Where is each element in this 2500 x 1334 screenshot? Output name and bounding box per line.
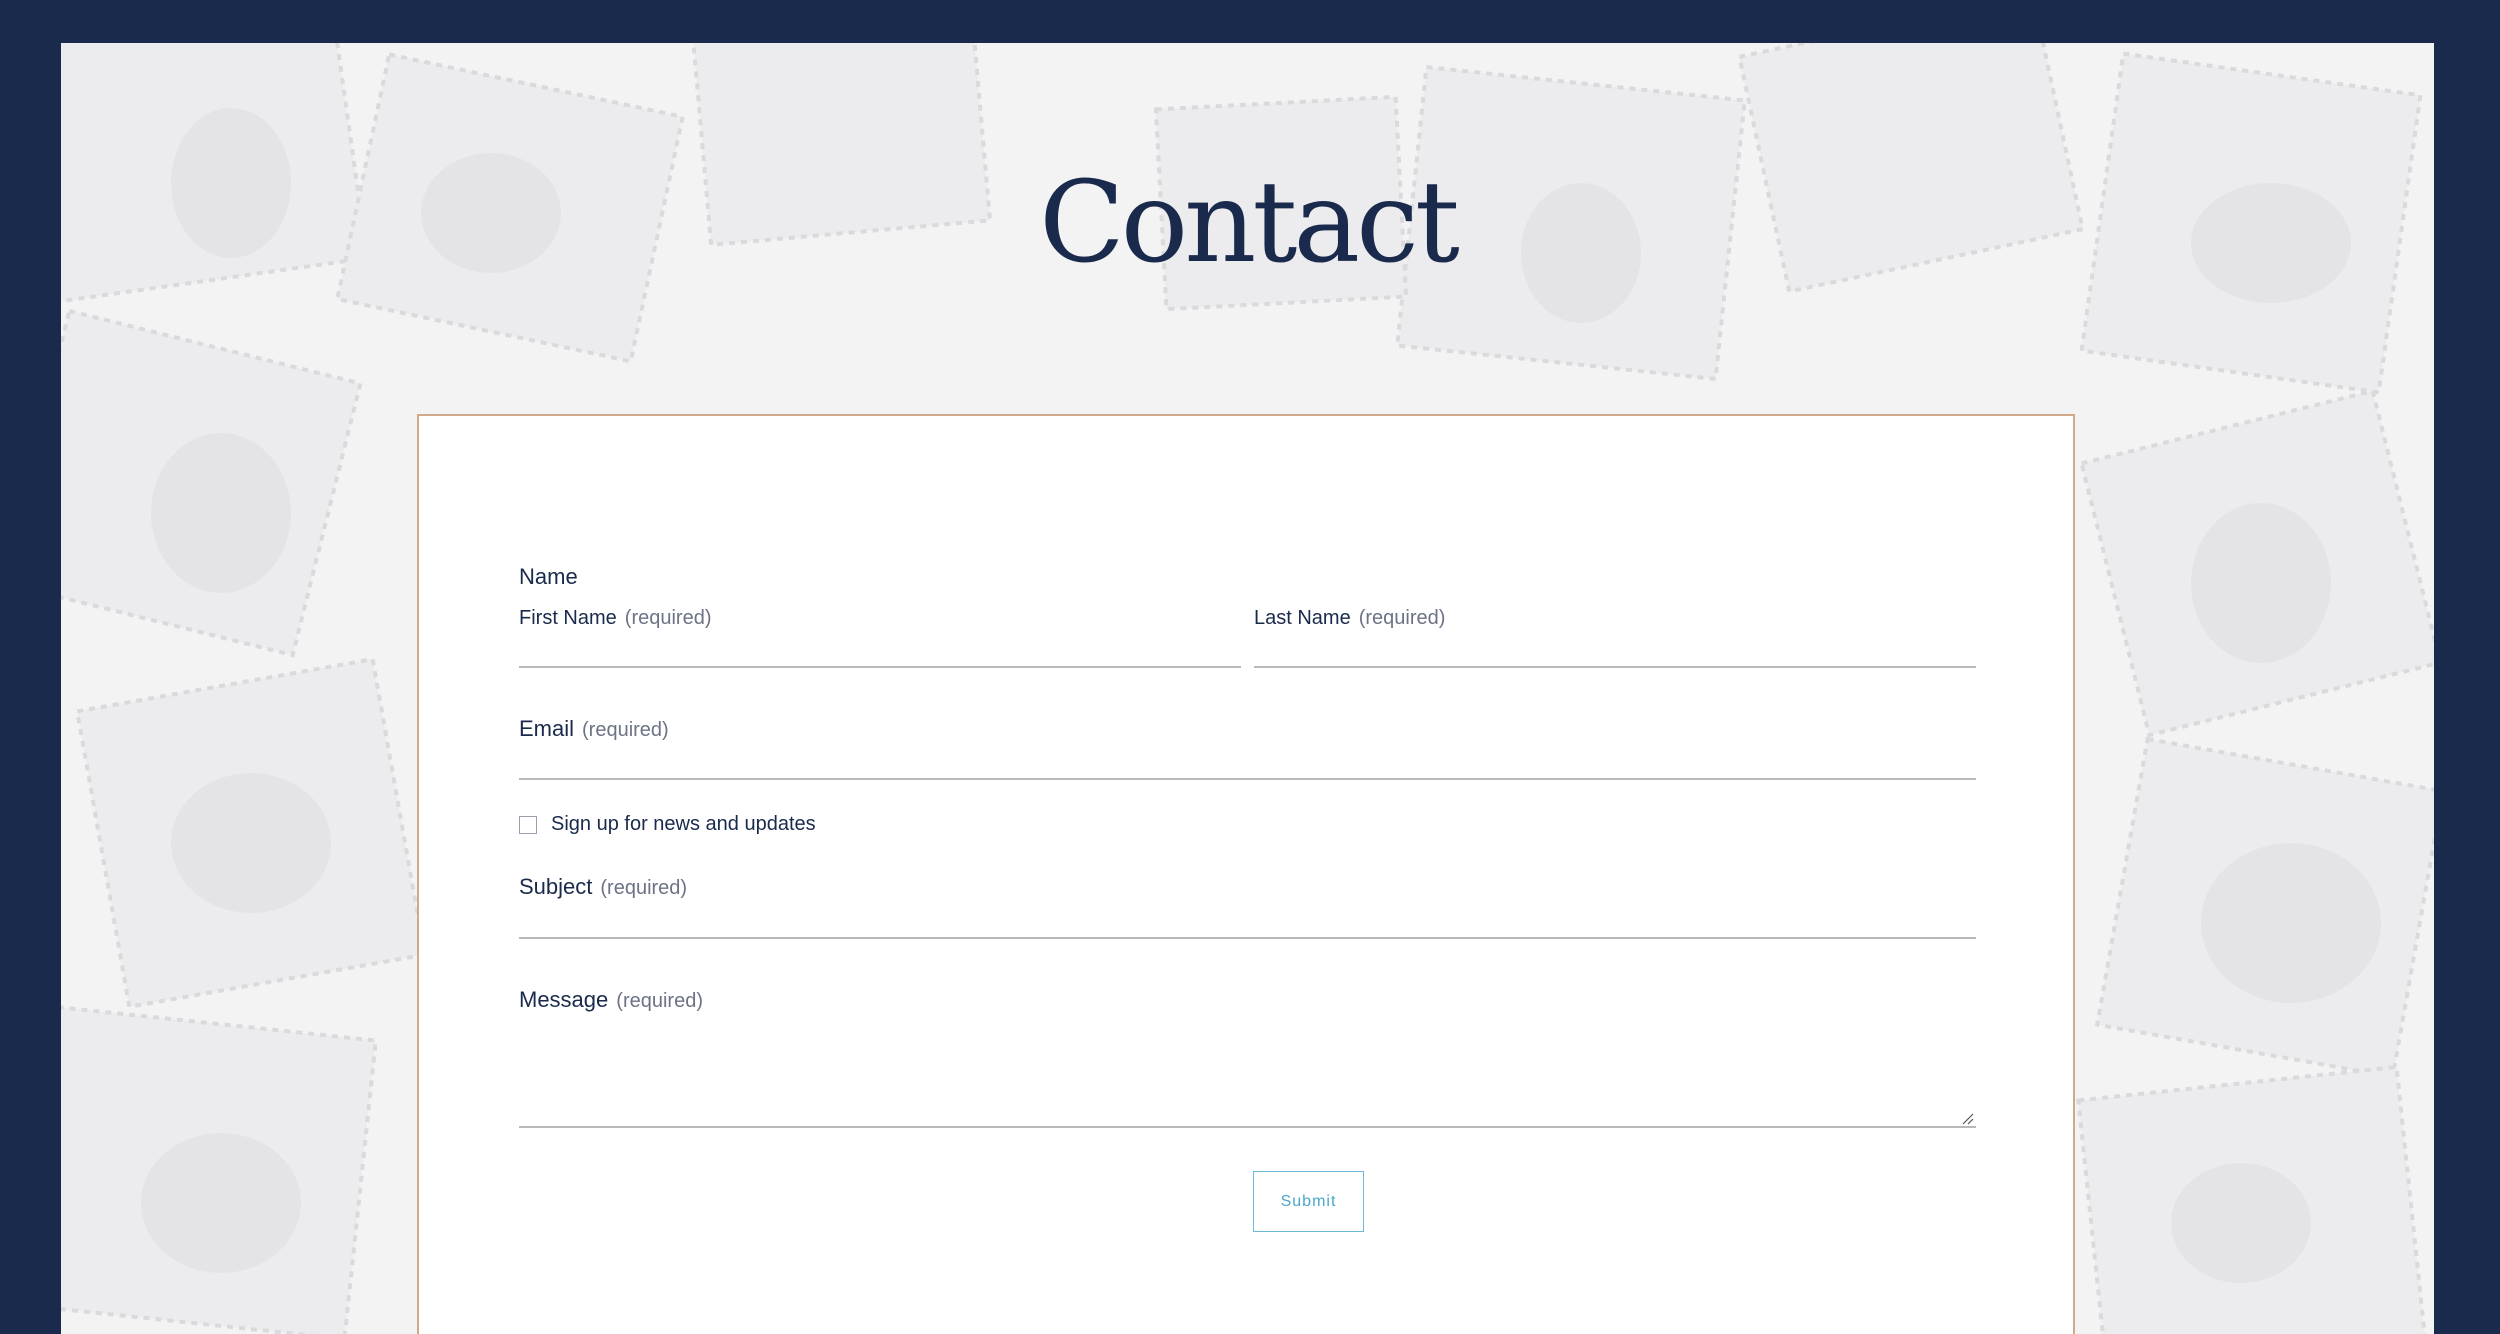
- subject-label: Subject (required): [519, 874, 687, 900]
- newsletter-checkbox[interactable]: [519, 816, 537, 834]
- resize-handle-icon[interactable]: [1962, 1113, 1974, 1125]
- email-label-text: Email: [519, 716, 575, 741]
- submit-button[interactable]: Submit: [1253, 1171, 1364, 1232]
- page-title: Contact: [1039, 158, 1460, 288]
- last-name-label-text: Last Name: [1254, 607, 1351, 629]
- message-label-text: Message: [519, 987, 609, 1012]
- last-name-input[interactable]: [1254, 630, 1976, 668]
- contact-form: Name First Name (required) Last Name (requ…: [417, 414, 2075, 1334]
- email-required-hint: (required): [582, 719, 669, 741]
- message-textarea[interactable]: [519, 1026, 1976, 1128]
- first-name-label-text: First Name: [519, 607, 617, 629]
- newsletter-checkbox-label[interactable]: Sign up for news and updates: [551, 813, 816, 836]
- page-container: Contact Name First Name (required) Last N…: [61, 43, 2434, 1334]
- email-input[interactable]: [519, 742, 1976, 780]
- subject-input[interactable]: [519, 901, 1976, 939]
- last-name-label: Last Name (required): [1254, 607, 1445, 630]
- message-label: Message (required): [519, 987, 703, 1013]
- first-name-input[interactable]: [519, 630, 1241, 668]
- first-name-label: First Name (required): [519, 607, 712, 630]
- subject-label-text: Subject: [519, 874, 593, 899]
- message-required-hint: (required): [616, 990, 703, 1012]
- subject-required-hint: (required): [600, 877, 688, 899]
- first-name-required-hint: (required): [624, 607, 712, 629]
- email-label: Email (required): [519, 716, 669, 742]
- last-name-required-hint: (required): [1358, 607, 1446, 629]
- name-group-label: Name: [519, 564, 578, 589]
